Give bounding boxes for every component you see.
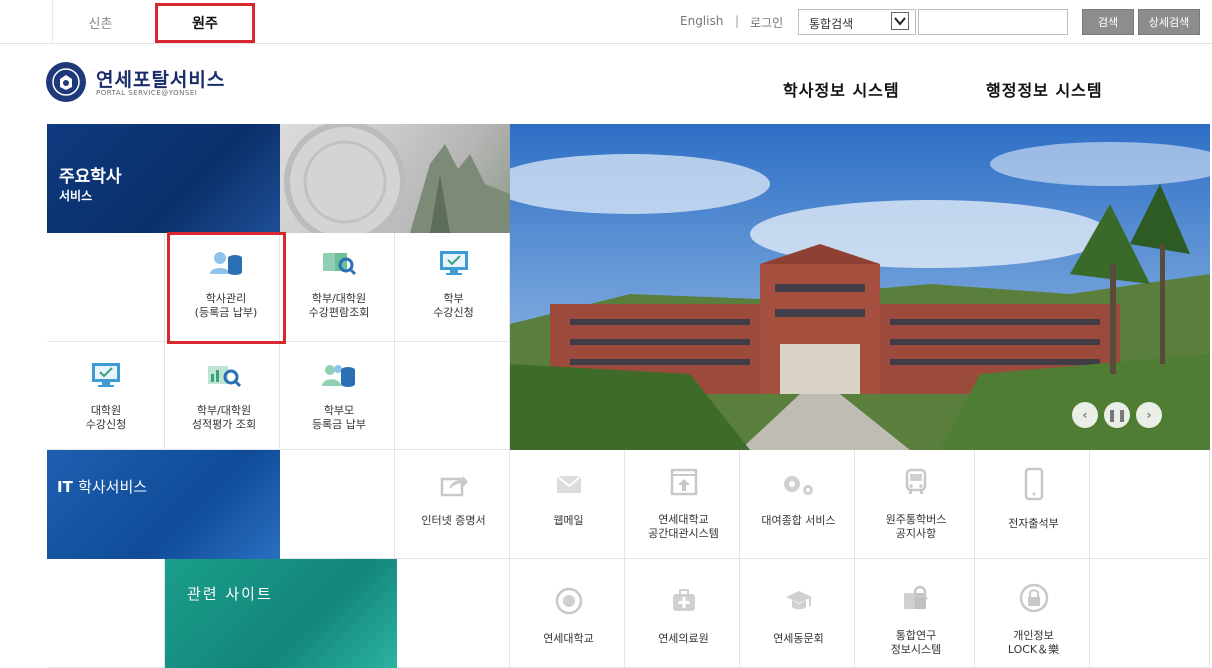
it-services-header: IT 학사서비스 — [47, 450, 280, 559]
portal-page: 신촌 원주 English | 로그인 통합검색 검색 상세검색 연세포탈서비스… — [0, 0, 1212, 668]
monitor-check-icon — [88, 362, 124, 392]
campus-monument-photo — [280, 124, 510, 233]
grid-cell — [1090, 450, 1210, 559]
tile-label-line2: 수강신청 — [85, 418, 127, 431]
academic-services-subtitle: 서비스 — [59, 189, 93, 203]
chevron-down-icon[interactable] — [891, 12, 909, 30]
nav-admin-system[interactable]: 행정정보 시스템 — [986, 77, 1103, 101]
academic-services-header: 주요학사 서비스 — [47, 124, 280, 233]
tile-label-line2: 성적평가 조회 — [191, 418, 257, 431]
it-label: IT — [57, 478, 73, 496]
mail-icon — [554, 472, 584, 502]
academic-services-title: 주요학사 — [59, 167, 122, 187]
monitor-check-icon — [436, 250, 472, 280]
nav-academic-system[interactable]: 학사정보 시스템 — [783, 77, 900, 101]
grid-cell — [1090, 559, 1210, 668]
tile-label-line2: 수강편람조회 — [308, 306, 370, 319]
chevron-left-icon[interactable]: ‹ — [1072, 402, 1098, 428]
it-services-label: 학사서비스 — [78, 478, 148, 496]
tile-label-line1: 연세대학교 — [658, 513, 709, 526]
tile-label-line1: 개인정보 — [1013, 629, 1054, 642]
tile-label-line1: 원주통학버스 — [885, 513, 947, 526]
portal-logo-subtitle: PORTAL SERVICE@YONSEI — [96, 89, 198, 97]
book-search-icon — [901, 583, 931, 617]
tile-course-catalog[interactable]: 학부/대학원 수강편람조회 — [280, 250, 398, 320]
tile-label-line1: 대학원 — [90, 404, 122, 417]
tile-grad-registration[interactable]: 대학원 수강신청 — [47, 362, 165, 432]
grid-cell — [280, 450, 395, 559]
share-icon — [439, 472, 469, 502]
tile-label-line2: 공지사항 — [895, 527, 937, 540]
bus-icon — [901, 467, 931, 501]
chart-search-icon — [206, 362, 242, 392]
tile-grade-inquiry[interactable]: 학부/대학원 성적평가 조회 — [165, 362, 283, 432]
tile-label-line2: 공간대관시스템 — [648, 527, 719, 540]
tile-label-line2: 등록금 납부 — [311, 418, 367, 431]
medical-kit-icon — [669, 586, 699, 620]
grid-cell — [47, 233, 165, 342]
related-sites-title: 관련 사이트 — [187, 585, 273, 603]
tile-label-line1: 통합연구 — [895, 629, 937, 642]
login-link[interactable]: 로그인 — [750, 14, 783, 31]
search-scope-value: 통합검색 — [809, 17, 854, 31]
tile-label-line2: LOCK＆樂 — [1007, 643, 1060, 656]
grid-cell — [47, 559, 165, 668]
top-divider: | — [735, 14, 740, 28]
tile-yonsei-medical[interactable]: 연세의료원 — [626, 586, 741, 646]
search-input[interactable] — [918, 9, 1068, 35]
tile-alumni-association[interactable]: 연세동문회 — [741, 586, 856, 646]
campus-tab-sinchon[interactable]: 신촌 — [52, 0, 148, 44]
tile-label-line1: 연세대학교 — [543, 632, 594, 645]
it-services-title: IT 학사서비스 — [57, 476, 147, 497]
tile-label-line2: 수강신청 — [433, 306, 474, 319]
tile-rental-service[interactable]: 대여종합 서비스 — [741, 472, 856, 528]
upload-window-icon — [669, 467, 699, 501]
tile-parent-tuition[interactable]: 학부모 등록금 납부 — [280, 362, 398, 432]
lock-icon — [1019, 583, 1049, 617]
smartphone-icon — [1019, 467, 1049, 505]
tile-research-info-system[interactable]: 통합연구 정보시스템 — [856, 583, 976, 657]
tile-undergrad-registration[interactable]: 학부 수강신청 — [396, 250, 511, 320]
top-utility-bar: 신촌 원주 English | 로그인 통합검색 검색 상세검색 — [0, 0, 1212, 44]
tile-label-line1: 전자출석부 — [1008, 517, 1059, 530]
hero-slider-controls: ‹ ❚❚ › — [1072, 402, 1172, 430]
book-search-icon — [321, 250, 357, 280]
tile-label-line2: 정보시스템 — [890, 643, 942, 656]
grid-cell — [395, 559, 510, 668]
tile-space-rental-system[interactable]: 연세대학교 공간대관시스템 — [626, 467, 741, 541]
related-sites-header: 관련 사이트 — [165, 559, 397, 668]
tile-label-line1: 연세동문회 — [773, 632, 824, 645]
tile-label-line1: 학부/대학원 — [311, 292, 367, 305]
emblem-icon — [554, 586, 584, 620]
tile-webmail[interactable]: 웹메일 — [511, 472, 626, 528]
advanced-search-button[interactable]: 상세검색 — [1138, 9, 1200, 35]
campus-tab-wonju[interactable]: 원주 — [155, 3, 255, 43]
grid-cell — [395, 342, 510, 450]
pause-icon[interactable]: ❚❚ — [1104, 402, 1130, 428]
gears-icon — [779, 472, 819, 502]
user-database-icon — [321, 362, 357, 392]
graduation-cap-icon — [784, 586, 814, 620]
tile-privacy-lock[interactable]: 개인정보 LOCK＆樂 — [976, 583, 1091, 657]
highlight-box — [167, 232, 286, 344]
tile-yonsei-university[interactable]: 연세대학교 — [511, 586, 626, 646]
search-button[interactable]: 검색 — [1082, 9, 1134, 35]
tile-label-line1: 학부 — [443, 292, 464, 305]
tile-electronic-attendance[interactable]: 전자출석부 — [976, 467, 1091, 531]
tile-wonju-shuttle-notice[interactable]: 원주통학버스 공지사항 — [856, 467, 976, 541]
english-link[interactable]: English — [680, 14, 723, 28]
tile-label-line1: 학부/대학원 — [196, 404, 252, 417]
tile-internet-certificate[interactable]: 인터넷 증명서 — [396, 472, 511, 528]
tile-label-line1: 대여종합 서비스 — [761, 514, 836, 527]
tile-label-line1: 인터넷 증명서 — [421, 514, 486, 527]
chevron-right-icon[interactable]: › — [1136, 402, 1162, 428]
portal-logo-title[interactable]: 연세포탈서비스 — [96, 65, 225, 92]
tile-label-line1: 연세의료원 — [658, 632, 709, 645]
tile-label-line1: 웹메일 — [553, 514, 584, 527]
yonsei-emblem-icon[interactable] — [46, 62, 86, 102]
tile-label-line1: 학부모 — [323, 404, 355, 417]
